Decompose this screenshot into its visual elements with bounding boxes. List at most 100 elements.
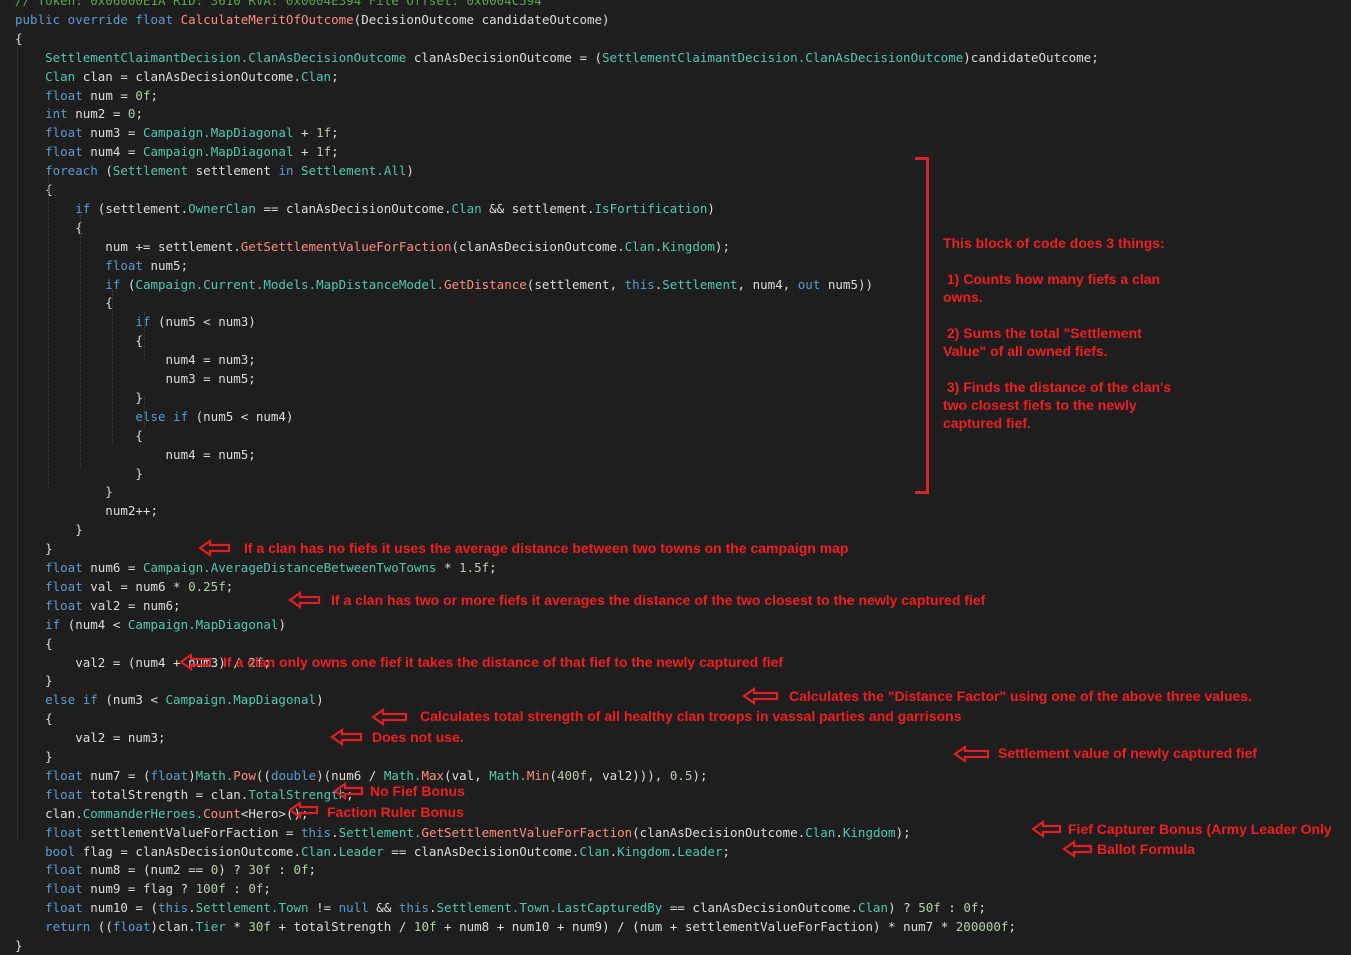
code-line[interactable]: SettlementClaimantDecision.ClanAsDecisio… [15,48,1099,67]
code-line[interactable]: } [15,936,23,955]
code-token: Clan [805,824,836,840]
code-token: GetSettlementValueForFaction [240,238,452,254]
code-token: 30f [248,919,271,935]
code-token: + num8 + num10 + num9) / (num + settleme… [436,919,956,935]
code-token: Leader [677,843,723,859]
indent-guide [144,396,145,428]
code-token: 200000f [955,919,1009,935]
code-line[interactable]: } [15,388,143,407]
code-token: ) [278,616,286,632]
code-token: IsFortification [594,200,708,216]
code-line[interactable]: foreach (Settlement settlement in Settle… [15,161,414,180]
code-token: num7 = ( [90,767,151,783]
code-token: Campaign. [142,125,211,141]
code-line[interactable]: } [15,747,53,766]
code-line[interactable]: float num8 = (num2 == 0) ? 30f : 0f; [15,860,316,879]
code-token: if [15,200,98,216]
code-line[interactable]: clan.CommanderHeroes.Count<Hero>(); [15,804,308,823]
code-token: (num5 < num4) [195,408,294,424]
code-line[interactable]: } [15,482,113,501]
code-line[interactable]: float num6 = Campaign.AverageDistanceBet… [15,558,497,577]
arrow-left-icon [198,539,231,557]
code-line[interactable]: { [15,331,143,350]
code-token: Campaign. [135,276,204,292]
code-token: SettlementClaimantDecision. [15,49,249,65]
code-line[interactable]: // Token: 0x06000E1A RID: 3610 RVA: 0x00… [15,0,542,10]
code-line[interactable]: if (settlement.OwnerClan == clanAsDecisi… [15,199,715,218]
code-token: num4 = num5; [15,446,256,462]
arrow-left-icon [1031,820,1062,838]
code-token: Pow [233,767,256,783]
code-token: double [270,767,317,783]
code-editor[interactable]: // Token: 0x06000E1A RID: 3610 RVA: 0x00… [0,0,1351,953]
code-line[interactable]: { [15,426,143,445]
code-line[interactable]: num4 = num5; [15,445,256,464]
code-line[interactable]: num4 = num3; [15,350,256,369]
code-token: { [15,295,113,311]
code-token: All [383,163,407,179]
code-token: (num5 < num3) [158,314,256,330]
code-token: null [338,900,377,916]
code-token: float [15,900,91,916]
code-token: } [15,541,53,557]
code-token: MapDiagonal [210,125,294,141]
code-token: Settlement [112,163,196,179]
annotation-one-fief: If a clan only owns one fief it takes th… [223,654,784,670]
code-line[interactable]: } [15,539,53,558]
code-token: Kingdom [662,238,715,254]
code-line[interactable]: float settlementValueForFaction = this.S… [15,823,911,842]
code-token: LastCapturedBy [556,900,663,916]
code-token: if [15,314,158,330]
code-token: } [15,749,53,764]
code-line[interactable]: { [15,293,113,312]
code-line[interactable]: num2++; [15,501,158,520]
code-token: { [15,182,53,197]
code-token: MapDistanceModel. [316,276,444,292]
code-line[interactable]: else if (num5 < num4) [15,407,293,426]
code-token: MapDiagonal [233,692,317,708]
code-line[interactable]: } [15,671,53,690]
code-token: Clan [579,843,610,859]
code-line[interactable]: float num10 = (this.Settlement.Town != n… [15,898,986,917]
code-line[interactable]: int num2 = 0; [15,104,143,123]
code-line[interactable]: float val = num6 * 0.25f; [15,577,233,596]
indent-guide [112,290,113,444]
code-line[interactable]: num += settlement.GetSettlementValueForF… [15,237,730,256]
code-token: 0f [963,900,979,916]
code-line[interactable]: bool flag = clanAsDecisionOutcome.Clan.L… [15,842,730,861]
code-line[interactable]: float val2 = num6; [15,596,180,615]
code-line[interactable]: if (num5 < num3) [15,312,256,331]
code-line[interactable]: float num4 = Campaign.MapDiagonal + 1f; [15,142,339,161]
code-token: { [15,427,143,443]
code-token: (settlement. [97,200,189,216]
code-line[interactable]: { [15,180,53,199]
code-token: num = [90,87,136,103]
code-line[interactable]: float num5; [15,256,188,275]
code-line[interactable]: float num3 = Campaign.MapDiagonal + 1f; [15,123,339,142]
code-token: public override float [15,11,181,27]
code-token: * [436,560,460,575]
code-line[interactable]: float num9 = flag ? 100f : 0f; [15,879,271,898]
code-line[interactable]: float num = 0f; [15,86,158,105]
code-line[interactable]: num3 = num5; [15,369,256,388]
code-token: ; [331,68,339,84]
code-line[interactable]: public override float CalculateMeritOfOu… [15,10,610,29]
code-line[interactable]: if (Campaign.Current.Models.MapDistanceM… [15,275,873,294]
code-token: . [188,900,196,916]
code-token: totalStrength = clan. [90,786,249,802]
code-token: OwnerClan [188,200,256,216]
code-line[interactable]: { [15,709,53,728]
code-line[interactable]: { [15,634,53,653]
code-token: == clanAsDecisionOutcome. [383,843,580,859]
code-line[interactable]: val2 = num3; [15,728,165,747]
code-token: Campaign. [142,144,211,160]
code-line[interactable]: return ((float)clan.Tier * 30f + totalSt… [15,917,1016,936]
code-token: float [15,560,91,575]
code-line[interactable]: } [15,464,143,483]
code-token: 0f [135,87,151,103]
code-token: } [15,673,53,689]
code-line[interactable]: } [15,520,83,539]
code-line[interactable]: else if (num3 < Campaign.MapDiagonal) [15,690,324,709]
code-line[interactable]: if (num4 < Campaign.MapDiagonal) [15,615,286,634]
code-line[interactable]: Clan clan = clanAsDecisionOutcome.Clan; [15,67,339,86]
